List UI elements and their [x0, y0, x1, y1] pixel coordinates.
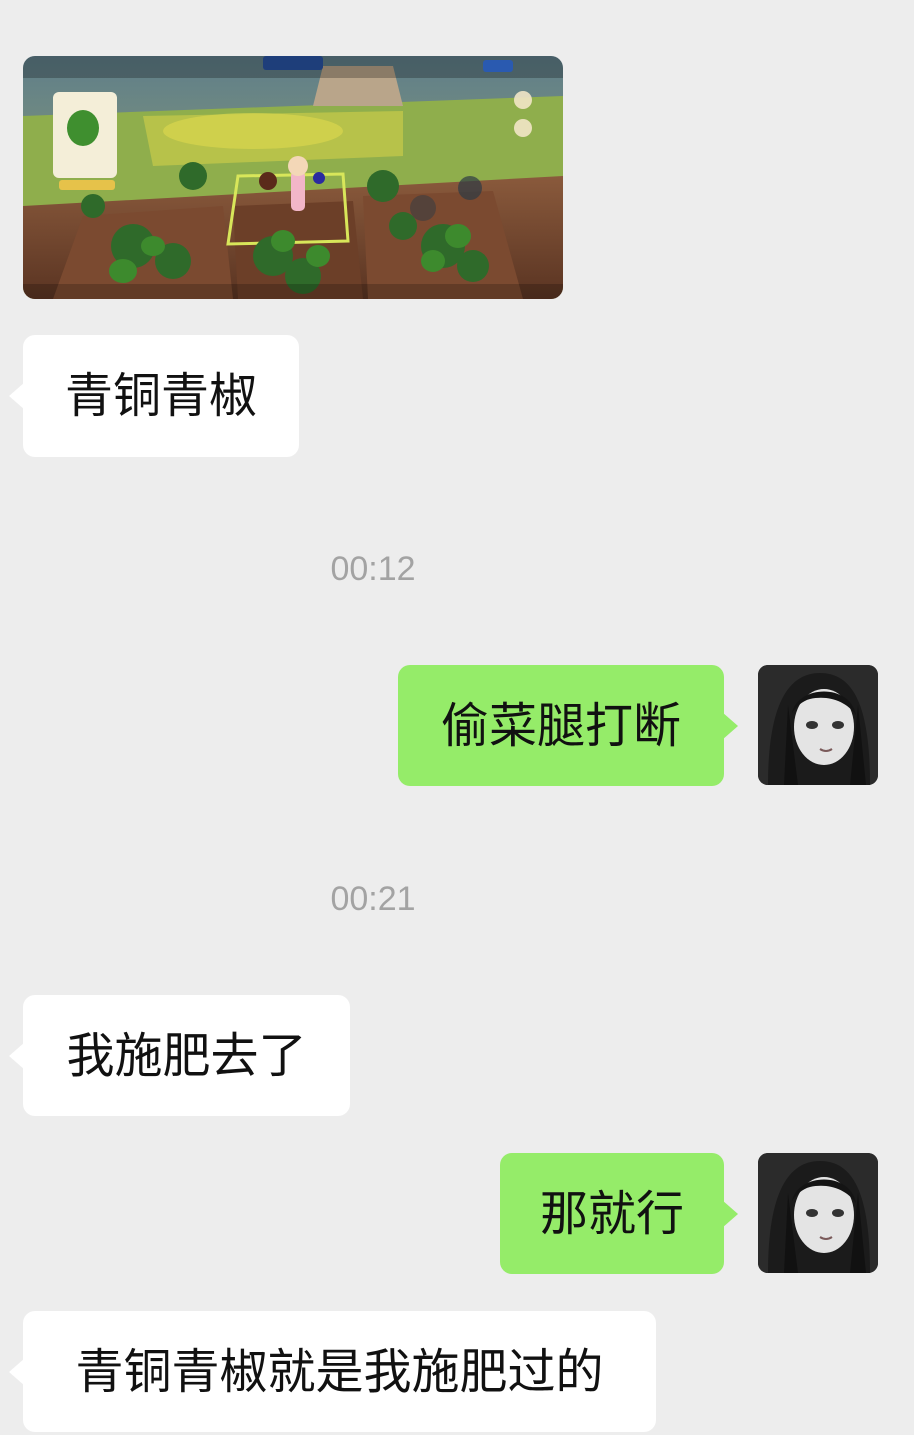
message-text: 我施肥去了 [66, 1027, 307, 1084]
message-text: 那就行 [539, 1185, 684, 1242]
message-text: 偷菜腿打断 [440, 697, 681, 754]
message-bubble-received[interactable]: 青铜青椒 [9, 335, 299, 457]
timestamp: 00:21 [330, 880, 416, 918]
message-text: 青铜青椒就是我施肥过的 [75, 1343, 604, 1400]
bubble-tail [722, 711, 738, 740]
game-screenshot-image [23, 56, 563, 299]
message-bubble-sent[interactable]: 那就行 [500, 1153, 738, 1274]
message-bubble-received[interactable]: 青铜青椒就是我施肥过的 [9, 1311, 656, 1432]
message-bubble-sent[interactable]: 偷菜腿打断 [398, 665, 738, 786]
chat-view: 青铜青椒 00:12 偷菜腿打断 00:21 我施肥去了 那就行 青铜青椒就是我… [0, 0, 914, 1435]
image-message[interactable] [23, 56, 563, 299]
avatar[interactable] [758, 1153, 878, 1273]
bubble-tail [722, 1199, 738, 1228]
dark-haired-girl-avatar-icon [758, 1153, 878, 1273]
avatar[interactable] [758, 665, 878, 785]
timestamp: 00:12 [330, 550, 416, 588]
message-text: 青铜青椒 [64, 368, 257, 424]
dark-haired-girl-avatar-icon [758, 665, 878, 785]
message-bubble-received[interactable]: 我施肥去了 [9, 995, 350, 1116]
